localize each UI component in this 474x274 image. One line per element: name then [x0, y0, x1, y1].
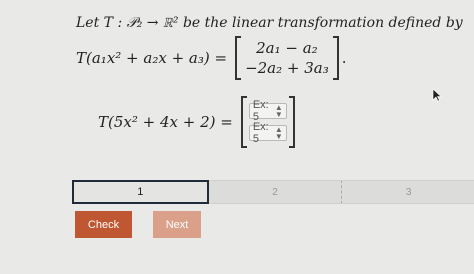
answer-input-1-placeholder: Ex: 5	[252, 99, 269, 123]
next-button[interactable]: Next	[153, 211, 201, 238]
definition-lhs: T(a₁x² + a₂x + a₃) =	[76, 49, 228, 67]
answer-matrix: Ex: 5 ▲ ▼ Ex: 5 ▲ ▼	[240, 96, 295, 148]
mouse-pointer-icon	[432, 87, 442, 106]
answer-input-2-placeholder: Ex: 5	[252, 121, 269, 145]
definition-equation: T(a₁x² + a₂x + a₃) = 2a₁ − a₂ −2a₂ + 3a₃…	[76, 36, 347, 80]
step-3-label: 3	[405, 186, 412, 198]
intro-text: Let T : 𝒫₂ → ℝ² be the linear transforma…	[76, 15, 463, 31]
query-equation: T(5x² + 4x + 2) = Ex: 5 ▲ ▼ Ex: 5 ▲ ▼	[98, 96, 295, 148]
step-progress: 1 2 3	[72, 180, 474, 204]
updown-spinner-icon[interactable]: ▲ ▼	[275, 104, 283, 119]
step-3[interactable]: 3	[341, 180, 474, 204]
problem-intro: Let T : 𝒫₂ → ℝ² be the linear transforma…	[76, 15, 463, 31]
step-2-label: 2	[272, 186, 278, 198]
definition-row-2: −2a₂ + 3a₃	[245, 59, 329, 77]
updown-spinner-icon[interactable]: ▲ ▼	[275, 126, 283, 141]
query-lhs: T(5x² + 4x + 2) =	[98, 113, 233, 131]
step-1-label: 1	[137, 186, 144, 198]
definition-period: .	[341, 49, 347, 67]
check-button[interactable]: Check	[75, 211, 132, 238]
definition-matrix: 2a₁ − a₂ −2a₂ + 3a₃	[235, 36, 339, 80]
definition-row-1: 2a₁ − a₂	[256, 39, 318, 57]
answer-input-2[interactable]: Ex: 5 ▲ ▼	[248, 121, 287, 145]
answer-input-1[interactable]: Ex: 5 ▲ ▼	[248, 99, 287, 123]
step-1[interactable]: 1	[72, 180, 209, 204]
step-2[interactable]: 2	[208, 180, 342, 204]
